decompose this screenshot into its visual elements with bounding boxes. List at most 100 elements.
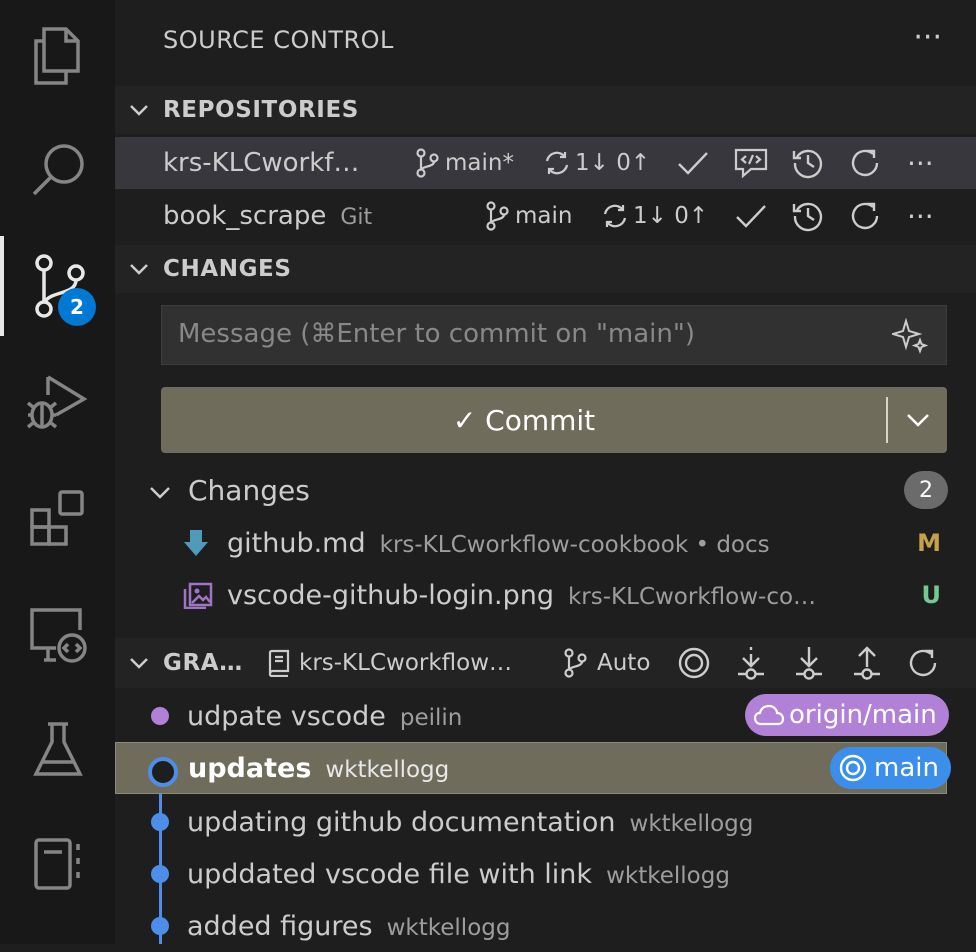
changed-file-row[interactable]: github.md krs-KLCworkflow-cookbook • docs… xyxy=(115,517,976,569)
repository-more-button[interactable]: ··· xyxy=(907,200,934,233)
git-branch-icon xyxy=(564,648,587,678)
graph-branch-picker[interactable]: Auto xyxy=(563,648,650,678)
sync-label: 1↓ 0↑ xyxy=(633,203,709,229)
commit-message: upddated vscode file with link xyxy=(187,858,593,890)
branch-button[interactable]: main* xyxy=(415,148,514,178)
commit-message: updates xyxy=(188,752,312,784)
commit-message-group: upddated vscode file with link wktkellogg xyxy=(187,859,730,890)
commit-check-icon[interactable] xyxy=(677,150,709,176)
commit-row-current[interactable]: updates wktkellogg main xyxy=(115,742,951,794)
panel-more-actions-button[interactable]: ··· xyxy=(913,20,942,55)
commit-row[interactable]: upddated vscode file with link wktkellogg xyxy=(115,848,976,900)
commit-message-placeholder: Message (⌘Enter to commit on "main") xyxy=(178,319,695,349)
commit-options-dropdown[interactable] xyxy=(888,387,947,453)
fetch-icon[interactable] xyxy=(735,645,767,681)
chevron-down-icon xyxy=(115,104,163,116)
repo-icon xyxy=(268,649,290,677)
refresh-icon[interactable] xyxy=(907,647,939,679)
refresh-icon[interactable] xyxy=(849,147,881,179)
commit-message-group: updates wktkellogg xyxy=(188,753,449,784)
commit-author: peilin xyxy=(399,704,463,731)
local-branch-badge[interactable]: main xyxy=(830,747,951,789)
repository-more-button[interactable]: ··· xyxy=(907,147,934,180)
chevron-down-icon xyxy=(115,263,163,275)
sync-label: 1↓ 0↑ xyxy=(575,150,651,176)
repository-row[interactable]: krs-KLCworkf… main* 1↓ 0↑ ··· xyxy=(115,137,976,189)
sync-button[interactable]: 1↓ 0↑ xyxy=(543,149,650,177)
commit-node xyxy=(151,865,169,883)
target-icon xyxy=(839,754,867,782)
chevron-down-icon xyxy=(115,657,163,669)
changed-file-row[interactable]: vscode-github-login.png krs-KLCworkflow-c… xyxy=(115,569,976,621)
commit-author: wktkellogg xyxy=(325,756,450,783)
commit-message-group: udpate vscode peilin xyxy=(187,701,462,732)
commit-author: wktkellogg xyxy=(386,914,511,941)
extensions-icon[interactable] xyxy=(0,468,115,568)
commit-check-icon[interactable] xyxy=(735,203,767,229)
graph-repository-picker[interactable]: krs-KLCworkflow… xyxy=(265,649,512,677)
sparkle-icon[interactable] xyxy=(889,317,929,358)
run-debug-icon[interactable] xyxy=(0,352,115,452)
graph-section-header[interactable]: GRA… krs-KLCworkflow… Auto xyxy=(115,638,976,688)
repository-name: krs-KLCworkf… xyxy=(163,148,360,178)
commit-author: wktkellogg xyxy=(629,810,754,837)
commit-button[interactable]: ✓ Commit xyxy=(161,387,947,453)
file-status-modified: M xyxy=(917,529,941,557)
file-name-group: github.md krs-KLCworkflow-cookbook • docs xyxy=(227,528,770,559)
push-icon[interactable] xyxy=(851,645,883,681)
branch-button[interactable]: main xyxy=(485,201,572,231)
explorer-icon[interactable] xyxy=(0,6,115,106)
git-branch-icon xyxy=(486,201,509,231)
file-status-untracked: U xyxy=(921,581,942,609)
file-name: vscode-github-login.png xyxy=(227,579,554,611)
file-name-group: vscode-github-login.png krs-KLCworkflow-c… xyxy=(227,580,816,611)
pull-icon[interactable] xyxy=(793,645,825,681)
section-label: GRA… xyxy=(163,650,243,676)
notebook-icon[interactable] xyxy=(0,814,115,914)
changes-section-header[interactable]: CHANGES xyxy=(115,245,976,293)
commit-message-group: updating github documentation wktkellogg xyxy=(187,807,753,838)
remote-branch-badge[interactable]: origin/main xyxy=(745,694,949,736)
graph-repository-label: krs-KLCworkflow… xyxy=(299,650,513,676)
commit-row[interactable]: added figures wktkellogg xyxy=(115,900,976,952)
source-control-icon[interactable] xyxy=(0,236,115,336)
testing-icon[interactable] xyxy=(0,700,115,800)
repository-row[interactable]: book_scrape Git main 1↓ 0↑ ··· xyxy=(115,190,976,242)
commit-message-input[interactable]: Message (⌘Enter to commit on "main") xyxy=(161,305,947,365)
commit-node xyxy=(151,813,169,831)
repository-name-group: book_scrape Git xyxy=(163,201,372,231)
open-in-review-icon[interactable] xyxy=(733,147,769,179)
sync-icon xyxy=(603,204,627,228)
sync-button[interactable]: 1↓ 0↑ xyxy=(601,202,708,230)
commit-message-group: added figures wktkellogg xyxy=(187,911,510,942)
remote-explorer-icon[interactable] xyxy=(0,584,115,684)
git-branch-icon xyxy=(416,148,439,178)
file-name: github.md xyxy=(227,527,366,559)
commit-node xyxy=(151,917,169,935)
chevron-down-icon xyxy=(906,414,929,427)
history-icon[interactable] xyxy=(791,199,825,233)
refresh-icon[interactable] xyxy=(849,200,881,232)
commit-button-label: ✓ Commit xyxy=(452,403,596,437)
go-to-current-icon[interactable] xyxy=(677,646,711,680)
source-control-badge: 2 xyxy=(58,288,96,326)
commit-node xyxy=(151,707,169,725)
search-icon[interactable] xyxy=(0,120,115,220)
sync-icon xyxy=(545,151,569,175)
history-icon[interactable] xyxy=(791,146,825,180)
file-path: krs-KLCworkflow-cookbook • docs xyxy=(379,531,770,558)
source-control-panel: SOURCE CONTROL ··· REPOSITORIES krs-KLCw… xyxy=(115,0,976,944)
panel-title: SOURCE CONTROL xyxy=(163,26,394,54)
branch-label: main* xyxy=(445,150,514,176)
current-commit-node xyxy=(148,757,178,787)
commit-author: wktkellogg xyxy=(606,862,730,889)
section-label: CHANGES xyxy=(163,256,292,282)
commit-row[interactable]: udpate vscode peilin origin/main xyxy=(115,690,976,742)
commit-row[interactable]: updating github documentation wktkellogg xyxy=(115,796,976,848)
section-label: REPOSITORIES xyxy=(163,97,359,123)
changes-group-header[interactable]: Changes 2 xyxy=(115,466,976,514)
changes-count-badge: 2 xyxy=(904,471,948,509)
repositories-section-header[interactable]: REPOSITORIES xyxy=(115,86,976,134)
file-path: krs-KLCworkflow-co… xyxy=(567,583,817,610)
remote-branch-label: origin/main xyxy=(789,700,937,730)
